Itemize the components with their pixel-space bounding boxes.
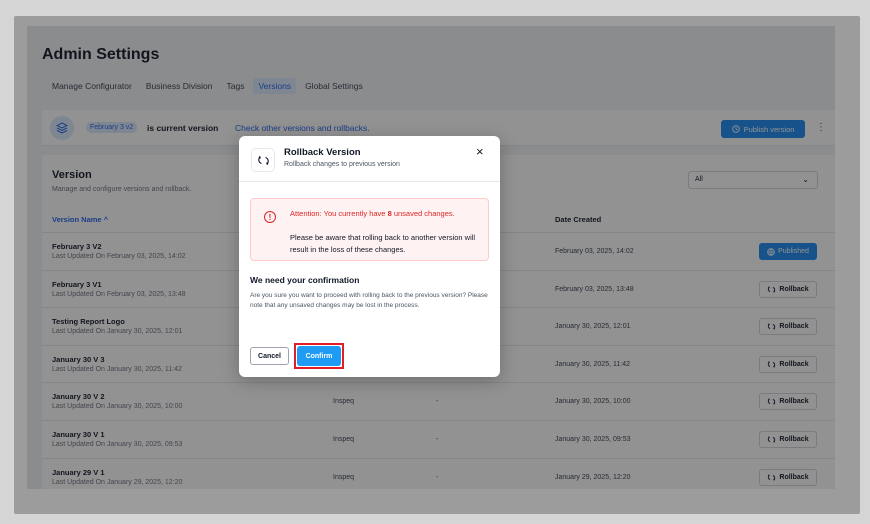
close-icon[interactable]: ×	[476, 145, 484, 158]
confirmation-heading: We need your confirmation	[250, 275, 360, 285]
app-window: Admin Settings Manage Configurator Busin…	[27, 26, 835, 489]
alert-body-text: Please be aware that rolling back to ano…	[290, 233, 476, 254]
confirmation-text: Are you sure you want to proceed with ro…	[250, 292, 488, 309]
alert-icon: !	[264, 211, 276, 223]
rollback-icon	[251, 148, 275, 172]
confirm-button[interactable]: Confirm	[297, 346, 341, 366]
rollback-version-dialog: Rollback Version Rollback changes to pre…	[239, 136, 500, 377]
dialog-divider	[239, 181, 500, 182]
unsaved-changes-alert: ! Attention: You currently have 8 unsave…	[250, 198, 489, 261]
cancel-button[interactable]: Cancel	[250, 347, 289, 365]
dialog-subtitle: Rollback changes to previous version	[284, 161, 400, 168]
dialog-title: Rollback Version	[284, 147, 361, 158]
alert-attention-text: Attention: You currently have 8 unsaved …	[290, 209, 455, 218]
